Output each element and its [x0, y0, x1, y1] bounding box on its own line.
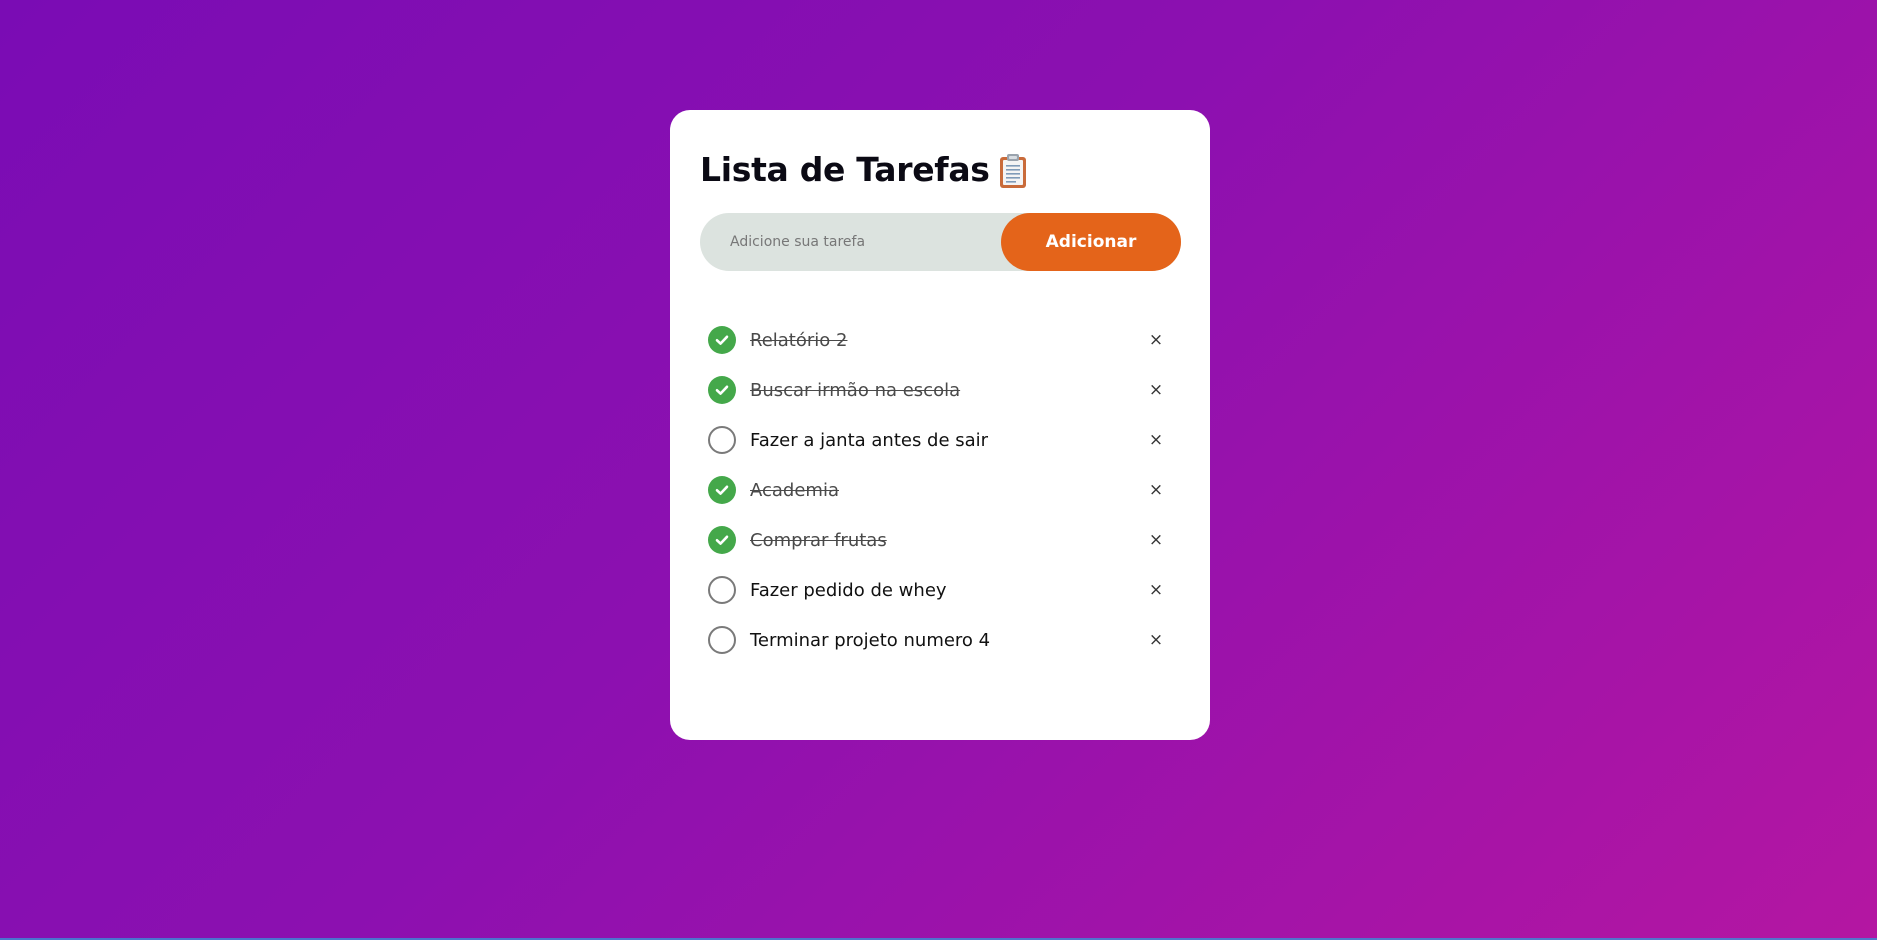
- close-icon[interactable]: ×: [1146, 530, 1166, 550]
- task-item[interactable]: Relatório 2 ×: [700, 315, 1180, 365]
- todo-card: Lista de Tarefas Adicionar Relatório 2×B…: [670, 110, 1210, 740]
- close-icon[interactable]: ×: [1146, 430, 1166, 450]
- empty-circle-icon[interactable]: [708, 626, 736, 654]
- page-title: Lista de Tarefas: [700, 150, 990, 189]
- header: Lista de Tarefas: [700, 150, 1180, 189]
- close-icon[interactable]: ×: [1146, 580, 1166, 600]
- task-text: Fazer pedido de whey: [750, 579, 947, 601]
- task-item[interactable]: Terminar projeto numero 4 ×: [700, 615, 1180, 665]
- task-item[interactable]: Buscar irmão na escola ×: [700, 365, 1180, 415]
- task-text: Fazer a janta antes de sair: [750, 429, 989, 451]
- check-circle-icon[interactable]: [708, 526, 736, 554]
- task-text: Comprar frutas: [750, 529, 887, 551]
- empty-circle-icon[interactable]: [708, 426, 736, 454]
- background: Lista de Tarefas Adicionar Relatório 2×B…: [0, 0, 1877, 940]
- add-task-row: Adicionar: [700, 213, 1181, 271]
- check-circle-icon[interactable]: [708, 326, 736, 354]
- task-text: Buscar irmão na escola: [750, 379, 961, 401]
- task-item[interactable]: Academia ×: [700, 465, 1180, 515]
- close-icon[interactable]: ×: [1146, 380, 1166, 400]
- clipboard-icon: [999, 153, 1026, 188]
- task-text: Academia: [750, 479, 839, 501]
- add-button[interactable]: Adicionar: [1001, 213, 1181, 271]
- task-item[interactable]: Fazer a janta antes de sair ×: [700, 415, 1180, 465]
- empty-circle-icon[interactable]: [708, 576, 736, 604]
- task-text: Terminar projeto numero 4: [750, 629, 991, 651]
- task-text: Relatório 2: [750, 329, 848, 351]
- task-list: Relatório 2 × Buscar irmão na escola × Fazer…: [700, 315, 1180, 665]
- close-icon[interactable]: ×: [1146, 630, 1166, 650]
- check-circle-icon[interactable]: [708, 476, 736, 504]
- task-item[interactable]: Fazer pedido de whey ×: [700, 565, 1180, 615]
- close-icon[interactable]: ×: [1146, 330, 1166, 350]
- close-icon[interactable]: ×: [1146, 480, 1166, 500]
- check-circle-icon[interactable]: [708, 376, 736, 404]
- task-item[interactable]: Comprar frutas ×: [700, 515, 1180, 565]
